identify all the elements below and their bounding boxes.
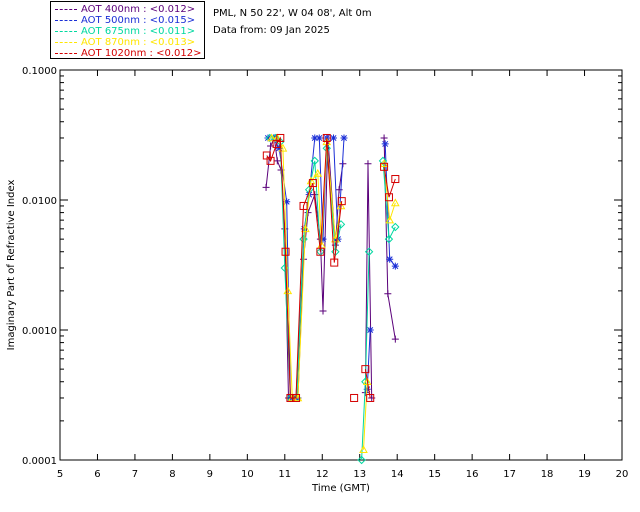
data-point [315, 134, 323, 142]
x-tick-label: 16 [466, 469, 479, 480]
x-tick-label: 10 [241, 469, 254, 480]
data-point [391, 335, 399, 343]
series-2 [265, 133, 400, 465]
data-point [366, 326, 374, 334]
series-line [267, 137, 345, 399]
x-axis-label: Time (GMT) [311, 483, 370, 494]
chart: 5 6 7 8 9 10 11 12 13 14 15 16 17 18 19 20 0.1000 0.0100 0… [6, 66, 629, 494]
data-point [330, 134, 338, 142]
data-point [340, 134, 348, 142]
data-point [262, 183, 270, 191]
x-tick-label: 17 [503, 469, 516, 480]
y-tick-label: 0.1000 [22, 66, 57, 77]
x-tick-label: 19 [578, 469, 591, 480]
x-tick-label: 5 [57, 469, 63, 480]
data-point [381, 140, 389, 148]
series-line [265, 136, 344, 399]
data-point [391, 262, 399, 270]
x-tick-label: 12 [316, 469, 329, 480]
x-tick-label: 18 [541, 469, 554, 480]
x-tick-label: 7 [132, 469, 138, 480]
x-tick-label: 11 [278, 469, 291, 480]
data-point [319, 307, 327, 315]
plot-frame [59, 69, 623, 461]
x-tick-label: 15 [428, 469, 441, 480]
x-tick-label: 6 [94, 469, 100, 480]
data-point [384, 290, 392, 298]
data-point [273, 157, 281, 165]
x-tick-label: 9 [207, 469, 213, 480]
x-tick-label: 14 [391, 469, 404, 480]
data-point [350, 393, 359, 402]
data-point [386, 255, 394, 263]
x-tick-label: 13 [353, 469, 366, 480]
data-point [391, 222, 400, 232]
data-point [380, 134, 388, 142]
y-tick-label: 0.0001 [22, 456, 57, 467]
data-point [364, 160, 372, 168]
y-axis-label: Imaginary Part of Refractive Index [6, 180, 17, 351]
y-tick-label: 0.0010 [22, 326, 57, 337]
x-tick-label: 20 [616, 469, 629, 480]
y-tick-label: 0.0100 [22, 196, 57, 207]
series-3 [267, 133, 400, 454]
x-tick-label: 8 [169, 469, 175, 480]
